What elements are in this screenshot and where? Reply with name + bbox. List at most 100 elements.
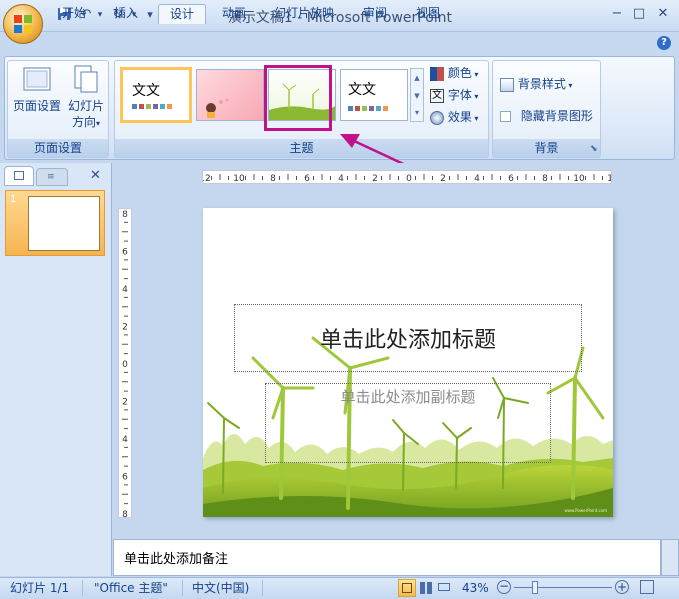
orientation-icon bbox=[74, 65, 98, 93]
ruler-label: 2 bbox=[372, 174, 378, 183]
close-button[interactable]: ✕ bbox=[652, 6, 674, 24]
tab-insert[interactable]: 插入 bbox=[108, 4, 144, 24]
ruler-label: 6 bbox=[122, 248, 128, 258]
slides-tab[interactable] bbox=[4, 166, 34, 186]
horizontal-ruler: 12 10 8 6 4 2 0 2 4 6 8 10 12 bbox=[199, 170, 619, 184]
theme-color-swatches bbox=[132, 104, 172, 109]
ruler-label: 4 bbox=[122, 285, 128, 295]
zoom-level[interactable]: 43% bbox=[462, 580, 489, 596]
theme-thumbnail-office2[interactable]: 文文 bbox=[340, 69, 408, 121]
minimize-button[interactable]: − bbox=[606, 6, 628, 24]
tab-home[interactable]: 开始 bbox=[56, 4, 92, 24]
ruler-label: 8 bbox=[122, 510, 128, 517]
colors-icon bbox=[430, 66, 444, 81]
ruler-label: 6 bbox=[304, 174, 310, 183]
tab-review[interactable]: 审阅 bbox=[357, 4, 393, 24]
gallery-scrollbar[interactable]: ▲ ▼ ▾ bbox=[410, 68, 424, 122]
orientation-label-line2: 方向 bbox=[71, 115, 96, 129]
chevron-down-icon: ▾ bbox=[565, 81, 573, 90]
customize-toolbar-icon[interactable]: ▾ bbox=[142, 7, 158, 23]
normal-view-icon bbox=[402, 583, 412, 593]
ruler-label: 4 bbox=[338, 174, 344, 183]
background-styles-label: 背景样式 bbox=[517, 77, 566, 91]
theme-thumbnail-pink[interactable] bbox=[196, 69, 264, 121]
slide-orientation-button[interactable]: 幻灯片 方向▾ bbox=[66, 64, 106, 136]
title-placeholder[interactable]: 单击此处添加标题 bbox=[234, 304, 582, 372]
tab-slideshow[interactable]: 幻灯片放映 bbox=[268, 4, 340, 24]
effects-label: 效果 bbox=[447, 110, 472, 124]
theme-sample-text: 文文 bbox=[132, 83, 160, 99]
checkbox-icon[interactable] bbox=[500, 111, 511, 122]
slide-canvas[interactable]: 单击此处添加标题 单击此处添加副标题 www.PowerPoint.com bbox=[203, 208, 613, 517]
effects-button[interactable]: 效果 ▾ bbox=[430, 107, 478, 127]
ruler-label: 4 bbox=[474, 174, 480, 183]
page-setup-icon bbox=[23, 67, 51, 91]
chevron-down-icon: ▾ bbox=[96, 119, 101, 128]
theme-color-swatches bbox=[348, 106, 388, 111]
dialog-launcher-icon[interactable]: ⬊ bbox=[590, 144, 598, 154]
colors-label: 颜色 bbox=[447, 66, 472, 80]
fonts-button[interactable]: 文 字体 ▾ bbox=[430, 85, 478, 105]
slide-thumbnail-selected[interactable]: 1 bbox=[5, 190, 105, 256]
ruler-label: 0 bbox=[406, 174, 412, 183]
group-label: 背景 bbox=[493, 139, 600, 157]
paint-bucket-icon bbox=[500, 77, 514, 92]
zoom-in-icon[interactable]: + bbox=[615, 580, 629, 594]
language-indicator[interactable]: 中文(中国) bbox=[192, 580, 249, 596]
page-setup-label: 页面设置 bbox=[12, 99, 61, 113]
theme-selection-highlight bbox=[264, 65, 332, 131]
hide-background-checkbox[interactable]: 隐藏背景图形 bbox=[500, 106, 593, 126]
close-pane-icon[interactable]: ✕ bbox=[90, 168, 101, 183]
ruler-label: 4 bbox=[122, 435, 128, 445]
background-styles-button[interactable]: 背景样式 ▾ bbox=[500, 74, 572, 94]
ruler-label: 10 bbox=[233, 174, 245, 183]
fit-to-window-icon[interactable] bbox=[640, 580, 654, 594]
notes-pane[interactable]: 单击此处添加备注 bbox=[113, 539, 661, 576]
vertical-ruler: 8 6 4 2 0 2 4 6 8 bbox=[118, 208, 132, 520]
slideshow-button[interactable] bbox=[437, 581, 451, 595]
footer-url: www.PowerPoint.com bbox=[564, 508, 607, 513]
ruler-ticks: 8 6 4 2 0 2 4 6 8 bbox=[122, 210, 128, 520]
fonts-label: 字体 bbox=[447, 88, 472, 102]
office-button[interactable] bbox=[3, 4, 43, 44]
ribbon-tabs bbox=[0, 32, 679, 56]
orientation-label-line1: 幻灯片 bbox=[67, 99, 104, 113]
chevron-down-icon: ▾ bbox=[471, 114, 479, 123]
maximize-button[interactable]: □ bbox=[628, 6, 650, 24]
chevron-down-icon[interactable]: ▾ bbox=[92, 7, 108, 23]
zoom-out-icon[interactable]: − bbox=[497, 580, 511, 594]
divider bbox=[82, 580, 83, 596]
scroll-down-icon[interactable]: ▼ bbox=[411, 87, 423, 105]
ruler-ticks: 12 10 8 6 4 2 0 2 4 6 8 10 12 bbox=[199, 174, 619, 184]
outline-tab[interactable]: ≡ bbox=[36, 168, 68, 186]
slide-sorter-button[interactable] bbox=[419, 581, 433, 595]
colors-button[interactable]: 颜色 ▾ bbox=[430, 63, 478, 83]
theme-illustration-icon bbox=[206, 98, 229, 118]
ruler-label: 10 bbox=[573, 174, 585, 183]
chevron-down-icon: ▾ bbox=[471, 70, 479, 79]
tab-animations[interactable]: 动画 bbox=[216, 4, 252, 24]
theme-thumbnail-office[interactable]: 文文 bbox=[120, 67, 192, 123]
tab-view[interactable]: 视图 bbox=[410, 4, 446, 24]
ruler-label: 6 bbox=[508, 174, 514, 183]
ruler-label: 2 bbox=[122, 323, 128, 333]
zoom-slider-track[interactable] bbox=[514, 587, 612, 588]
tab-design[interactable]: 设计 bbox=[158, 4, 206, 24]
slideshow-icon bbox=[438, 583, 450, 591]
outline-tab-icon: ≡ bbox=[47, 172, 55, 182]
ruler-label: 8 bbox=[270, 174, 276, 183]
ruler-label: 2 bbox=[440, 174, 446, 183]
ruler-label: 8 bbox=[122, 210, 128, 220]
theme-name[interactable]: "Office 主题" bbox=[94, 580, 168, 596]
more-icon[interactable]: ▾ bbox=[411, 105, 423, 121]
zoom-slider-thumb[interactable] bbox=[532, 581, 538, 594]
scroll-up-icon[interactable]: ▲ bbox=[411, 69, 423, 87]
normal-view-button[interactable] bbox=[398, 579, 416, 597]
effects-icon bbox=[430, 110, 444, 125]
notes-scrollbar[interactable] bbox=[661, 539, 679, 576]
page-setup-button[interactable]: 页面设置 bbox=[10, 64, 64, 136]
help-icon[interactable]: ? bbox=[657, 36, 671, 50]
fonts-icon: 文 bbox=[430, 88, 444, 103]
slides-tab-icon bbox=[14, 171, 24, 180]
subtitle-placeholder[interactable]: 单击此处添加副标题 bbox=[265, 383, 551, 463]
